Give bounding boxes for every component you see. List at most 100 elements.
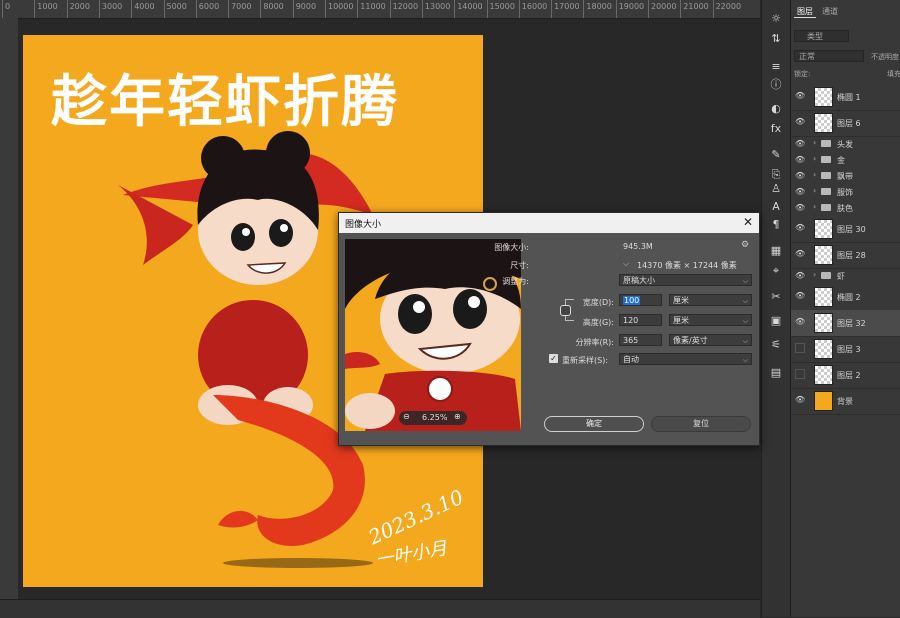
resample-value: 自动 [623,355,639,364]
visibility-eye-icon[interactable] [795,369,805,379]
path-icon[interactable]: ⌖ [766,262,786,280]
expand-arrow-icon[interactable]: › [813,202,816,211]
visibility-eye-icon[interactable] [795,343,805,353]
adjust-icon[interactable]: ⇅ [766,30,786,48]
fx-icon[interactable]: fx [766,120,786,138]
fit-to-value: 原稿大小 [623,276,655,285]
expand-arrow-icon[interactable]: › [813,154,816,163]
folder-icon [821,188,831,195]
resolution-unit: 像素/英寸 [673,336,708,345]
ruler-tick-label: 19000 [615,0,644,18]
ruler-tick-label: 18000 [583,0,612,18]
layer-group-row[interactable]: 👁 › 服饰 [791,184,900,200]
close-icon[interactable]: ✕ [743,215,753,229]
layer-row[interactable]: 图层 2 [791,362,900,389]
expand-arrow-icon[interactable]: › [813,170,816,179]
layer-group-row[interactable]: 👁 › 飘带 [791,168,900,184]
layer-row[interactable]: 图层 3 [791,336,900,363]
layer-row[interactable]: 👁 背景 [791,388,900,415]
layer-thumbnail [814,245,833,265]
tab-channels[interactable]: 通道 [819,6,841,17]
table-icon[interactable]: ▤ [766,364,786,382]
visibility-eye-icon[interactable]: 👁 [795,249,805,259]
resolution-input[interactable]: 365 [619,334,662,346]
height-input[interactable]: 120 [619,314,662,326]
visibility-eye-icon[interactable]: 👁 [795,171,805,180]
visibility-eye-icon[interactable]: 👁 [795,91,805,101]
width-unit-select[interactable]: 厘米 ⌵ [669,294,752,306]
zoom-in-icon[interactable]: ⊕ [454,412,461,421]
scissors-icon[interactable]: ✂ [766,288,786,306]
expand-arrow-icon[interactable]: › [813,138,816,147]
resample-select[interactable]: 自动 ⌵ [619,353,752,365]
layer-row[interactable]: 👁 椭圆 2 [791,284,900,311]
visibility-eye-icon[interactable]: 👁 [795,117,805,127]
visibility-eye-icon[interactable]: 👁 [795,155,805,164]
layer-thumbnail [814,287,833,307]
layer-row[interactable]: 👁 椭圆 1 [791,84,900,111]
chevron-down-icon[interactable]: ⌵ [623,259,629,269]
layer-name: 金 [837,156,845,165]
ruler-tick-label: 17000 [551,0,580,18]
square-icon[interactable]: ▣ [766,312,786,330]
resolution-unit-select[interactable]: 像素/英寸 ⌵ [669,334,752,346]
fit-to-select[interactable]: 原稿大小 ⌵ [619,274,752,286]
ruler-tick-label: 2000 [66,0,90,18]
sun-icon[interactable]: ☼ [766,10,786,28]
visibility-eye-icon[interactable]: 👁 [795,139,805,148]
layer-group-row[interactable]: 👁 › 虾 [791,268,900,284]
layer-row[interactable]: 👁 图层 28 [791,242,900,269]
layer-row[interactable]: 👁 图层 6 [791,110,900,137]
height-unit-select[interactable]: 厘米 ⌵ [669,314,752,326]
stamp-icon[interactable]: ♙ [766,180,786,198]
settings-icon[interactable]: ⚟ [766,336,786,354]
reset-button[interactable]: 复位 [651,416,751,432]
expand-arrow-icon[interactable]: › [813,270,816,279]
fit-to-label: 调整为: [502,277,529,286]
height-unit: 厘米 [673,316,689,325]
layer-group-row[interactable]: 👁 › 肤色 [791,200,900,216]
ruler-tick-label: 7000 [228,0,251,18]
layer-thumbnail [814,313,833,333]
visibility-eye-icon[interactable]: 👁 [795,291,805,301]
dialog-titlebar[interactable]: 图像大小 ✕ [339,213,759,233]
visibility-eye-icon[interactable]: 👁 [795,395,805,405]
brush-icon[interactable]: ✎ [766,146,786,164]
visibility-eye-icon[interactable]: 👁 [795,317,805,327]
dimensions-value: 14370 像素 × 17244 像素 [637,261,737,270]
visibility-eye-icon[interactable]: 👁 [795,271,805,280]
opacity-label: 不透明度 [871,53,899,61]
layer-thumbnail [814,365,833,385]
height-value: 120 [623,316,639,325]
image-size-label: 图像大小: [494,243,529,252]
brush-settings-icon[interactable]: ◐ [766,100,786,118]
zoom-out-icon[interactable]: ⊖ [403,412,410,421]
visibility-eye-icon[interactable]: 👁 [795,223,805,233]
ok-button[interactable]: 确定 [544,416,644,432]
layer-group-row[interactable]: 👁 › 头发 [791,136,900,152]
visibility-eye-icon[interactable]: 👁 [795,203,805,212]
visibility-eye-icon[interactable]: 👁 [795,187,805,196]
width-input[interactable]: 100 [619,294,662,306]
folder-icon [821,272,831,279]
sliders-icon[interactable]: ≡ [766,58,786,76]
gear-icon[interactable]: ⚙ [741,240,749,250]
ruler-tick-label: 9000 [292,0,316,18]
width-value: 100 [623,296,641,305]
layer-filter-select[interactable]: 类型 [794,30,849,42]
resample-checkbox[interactable]: ✓ [549,354,558,363]
layer-name: 图层 30 [837,225,866,234]
expand-arrow-icon[interactable]: › [813,186,816,195]
swatch-icon[interactable]: ▦ [766,242,786,260]
vertical-ruler [0,18,19,617]
info-icon[interactable]: ⓘ [766,76,786,94]
blend-mode-select[interactable]: 正常 [794,50,864,62]
layer-row[interactable]: 👁 图层 32 [791,310,900,337]
layer-row[interactable]: 👁 图层 30 [791,216,900,243]
chevron-down-icon: ⌵ [742,277,748,285]
layer-group-row[interactable]: 👁 › 金 [791,152,900,168]
text-icon[interactable]: A [766,198,786,216]
tab-layers[interactable]: 图层 [794,6,816,18]
paragraph-icon[interactable]: ¶ [766,216,786,234]
horizontal-ruler: 0 1000 2000 3000 4000 5000 6000 7000 8000 9000 100… [0,0,760,19]
